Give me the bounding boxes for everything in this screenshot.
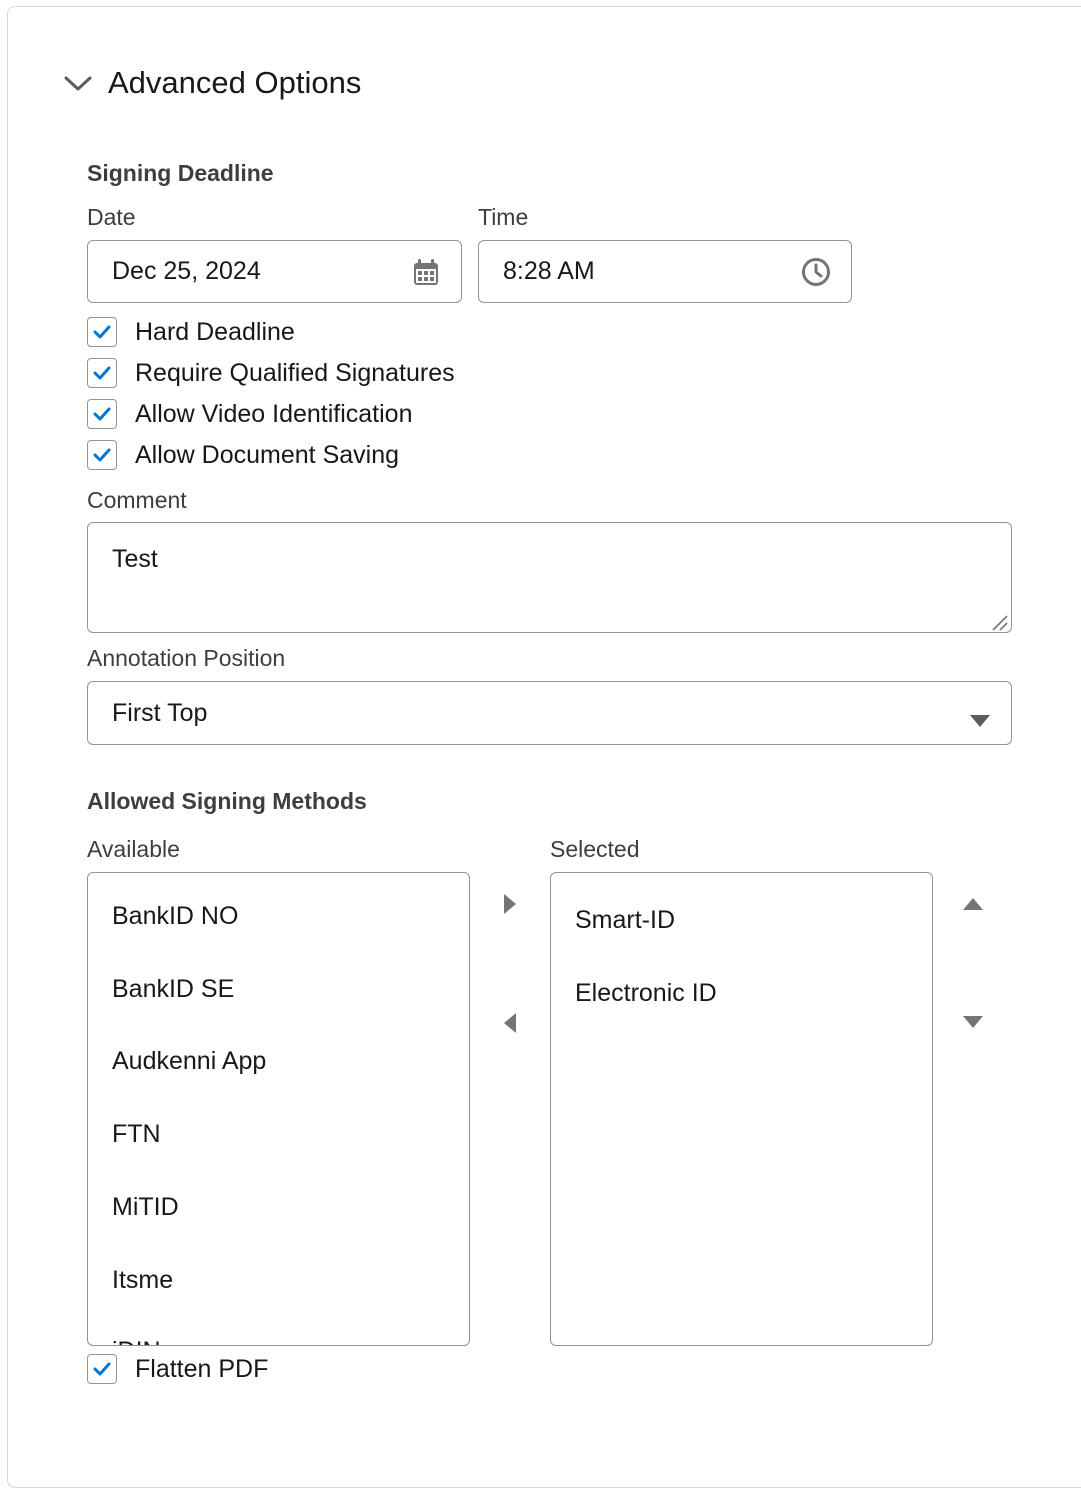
comment-textarea[interactable]: Test xyxy=(87,522,1012,633)
selected-label: Selected xyxy=(550,836,640,862)
available-option-mitid[interactable]: MiTID xyxy=(112,1193,179,1222)
allow-video-identification-checkbox[interactable] xyxy=(87,399,117,429)
allow-document-saving-checkbox-row[interactable]: Allow Document Saving xyxy=(87,438,399,472)
allowed-signing-methods-heading: Allowed Signing Methods xyxy=(87,788,367,814)
available-option-idin[interactable]: iDIN xyxy=(112,1337,161,1345)
available-label: Available xyxy=(87,836,180,862)
move-to-selected-button[interactable] xyxy=(495,889,525,919)
date-input[interactable]: Dec 25, 2024 xyxy=(87,240,462,303)
hard-deadline-checkbox-row[interactable]: Hard Deadline xyxy=(87,315,295,349)
comment-value: Test xyxy=(112,545,158,573)
allow-video-identification-label: Allow Video Identification xyxy=(135,399,413,428)
clock-icon[interactable] xyxy=(801,257,831,287)
allow-document-saving-label: Allow Document Saving xyxy=(135,440,400,469)
annotation-position-label: Annotation Position xyxy=(87,645,286,671)
time-input[interactable]: 8:28 AM xyxy=(478,240,852,303)
chevron-down-icon xyxy=(62,67,94,99)
annotation-position-value: First Top xyxy=(112,698,208,727)
move-down-button[interactable] xyxy=(958,1007,988,1037)
selected-listbox[interactable]: Smart-ID Electronic ID xyxy=(550,872,933,1346)
annotation-position-select[interactable]: First Top xyxy=(87,681,1012,745)
require-qualified-signatures-checkbox-row[interactable]: Require Qualified Signatures xyxy=(87,356,455,390)
calendar-icon[interactable] xyxy=(411,257,441,287)
available-listbox[interactable]: BankID NO BankID SE Audkenni App FTN MiT… xyxy=(87,872,470,1346)
allow-video-identification-checkbox-row[interactable]: Allow Video Identification xyxy=(87,397,413,431)
available-option-bankid-no[interactable]: BankID NO xyxy=(112,902,238,931)
flatten-pdf-checkbox-row[interactable]: Flatten PDF xyxy=(87,1352,268,1386)
available-option-itsme[interactable]: Itsme xyxy=(112,1266,173,1295)
time-label: Time xyxy=(478,204,529,230)
require-qualified-signatures-checkbox[interactable] xyxy=(87,358,117,388)
hard-deadline-label: Hard Deadline xyxy=(135,317,295,346)
resize-handle-icon[interactable] xyxy=(989,610,1009,631)
move-up-button[interactable] xyxy=(958,889,988,919)
available-option-bankid-se[interactable]: BankID SE xyxy=(112,975,234,1004)
move-to-available-button[interactable] xyxy=(495,1008,525,1038)
flatten-pdf-label: Flatten PDF xyxy=(135,1354,269,1383)
signing-deadline-heading: Signing Deadline xyxy=(87,160,274,186)
date-value: Dec 25, 2024 xyxy=(112,257,261,285)
hard-deadline-checkbox[interactable] xyxy=(87,317,117,347)
selected-option-smart-id[interactable]: Smart-ID xyxy=(575,906,675,935)
section-title: Advanced Options xyxy=(108,65,362,100)
advanced-options-toggle[interactable]: Advanced Options xyxy=(62,62,361,104)
allow-document-saving-checkbox[interactable] xyxy=(87,440,117,470)
require-qualified-signatures-label: Require Qualified Signatures xyxy=(135,358,455,387)
selected-option-electronic-id[interactable]: Electronic ID xyxy=(575,979,717,1008)
date-label: Date xyxy=(87,204,136,230)
dropdown-arrow-icon xyxy=(969,706,991,735)
flatten-pdf-checkbox[interactable] xyxy=(87,1354,117,1384)
time-value: 8:28 AM xyxy=(503,257,595,285)
available-option-audkenni-app[interactable]: Audkenni App xyxy=(112,1047,266,1076)
comment-label: Comment xyxy=(87,487,187,513)
available-option-ftn[interactable]: FTN xyxy=(112,1120,161,1149)
